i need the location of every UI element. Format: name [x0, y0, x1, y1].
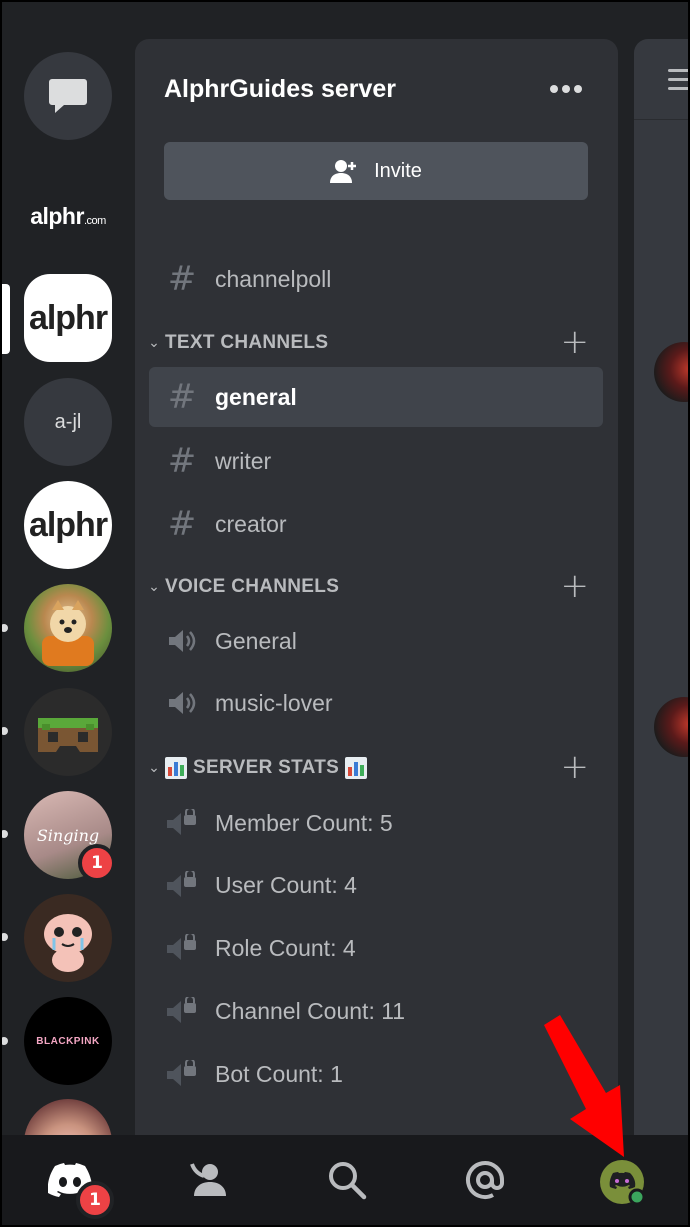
mentions-tab[interactable]	[462, 1157, 508, 1203]
server-minecraft[interactable]	[24, 688, 112, 776]
voice-channel-general[interactable]: General	[149, 611, 603, 671]
unread-indicator	[2, 1037, 8, 1045]
speaker-icon	[149, 690, 215, 716]
unread-indicator	[2, 727, 8, 735]
chevron-down-icon: ⌄	[148, 760, 160, 776]
channel-panel: AlphrGuides server Invite # channelpoll …	[135, 39, 618, 1135]
mentions-icon	[466, 1161, 504, 1199]
channel-general[interactable]: # general	[149, 367, 603, 427]
app-frame: alphr.com alphr a-jl alphr Singing 1 BLA…	[0, 0, 690, 1227]
profile-avatar-icon	[600, 1160, 645, 1205]
category-text-channels[interactable]: ⌄ TEXT CHANNELS +	[143, 324, 603, 360]
notification-badge: 1	[78, 844, 116, 882]
channel-label: general	[215, 383, 297, 410]
friends-icon	[190, 1163, 226, 1196]
isaac-avatar-icon	[44, 914, 92, 972]
locked-speaker-icon	[149, 1060, 215, 1088]
server-blackpink[interactable]: BLACKPINK	[24, 997, 112, 1085]
bar-chart-icon	[165, 757, 187, 779]
red-arrow-annotation	[544, 1015, 624, 1157]
blackpink-logo: BLACKPINK	[36, 1035, 100, 1047]
hamburger-menu-icon[interactable]	[668, 69, 688, 96]
unread-indicator	[2, 624, 8, 632]
invite-label: Invite	[374, 159, 422, 182]
unread-indicator	[2, 933, 8, 941]
category-label-wrap: SERVER STATS	[165, 757, 368, 779]
channel-creator[interactable]: # creator	[149, 494, 603, 554]
chevron-down-icon: ⌄	[148, 579, 160, 595]
server-rail: alphr.com alphr a-jl alphr Singing 1 BLA…	[2, 2, 134, 1187]
shiba-avatar-icon	[42, 600, 94, 666]
minecraft-discord-logo-icon	[38, 718, 98, 752]
channel-label: Channel Count: 11	[215, 997, 406, 1024]
category-label: VOICE CHANNELS	[165, 576, 340, 597]
invite-button[interactable]: Invite	[164, 142, 588, 200]
channel-writer[interactable]: # writer	[149, 431, 603, 491]
stat-user-count[interactable]: User Count: 4	[149, 855, 603, 915]
bar-chart-icon	[345, 757, 368, 779]
hash-icon: #	[167, 259, 197, 299]
channel-label: music-lover	[215, 689, 333, 716]
channel-label: Member Count: 5	[215, 809, 393, 836]
stat-role-count[interactable]: Role Count: 4	[149, 918, 603, 978]
server-alphr-2[interactable]: alphr	[24, 481, 112, 569]
locked-speaker-icon	[149, 809, 215, 837]
hash-icon: #	[167, 377, 197, 417]
channel-label: writer	[215, 447, 272, 474]
category-server-stats[interactable]: ⌄ SERVER STATS +	[143, 749, 603, 785]
stat-channel-count[interactable]: Channel Count: 11	[149, 981, 603, 1041]
server-alphr-selected[interactable]: alphr	[24, 274, 112, 362]
channel-label: Role Count: 4	[215, 934, 356, 961]
chat-header	[634, 39, 688, 120]
chevron-down-icon: ⌄	[148, 335, 160, 351]
locked-speaker-icon	[149, 871, 215, 899]
category-voice-channels[interactable]: ⌄ VOICE CHANNELS +	[143, 568, 603, 604]
stat-bot-count[interactable]: Bot Count: 1	[149, 1044, 603, 1104]
message-avatar[interactable]	[654, 342, 688, 402]
chat-bubble-icon	[49, 79, 87, 113]
more-options-icon[interactable]	[550, 77, 584, 101]
hash-icon: #	[167, 504, 197, 544]
search-icon	[329, 1162, 367, 1200]
message-avatar[interactable]	[654, 697, 688, 757]
voice-channel-music-lover[interactable]: music-lover	[149, 673, 603, 733]
server-a-jl[interactable]: a-jl	[24, 378, 112, 466]
add-user-icon	[330, 160, 357, 183]
category-label: SERVER STATS	[193, 757, 340, 778]
add-channel-icon[interactable]: +	[561, 324, 590, 360]
stat-member-count[interactable]: Member Count: 5	[149, 793, 603, 853]
channel-label: General	[215, 627, 297, 654]
direct-messages-button[interactable]	[24, 52, 112, 140]
alphr-com-logo: alphr.com	[30, 202, 106, 229]
search-tab[interactable]	[324, 1157, 370, 1203]
server-alphr-com[interactable]: alphr.com	[24, 172, 112, 260]
alphr-logo: alphr	[28, 505, 108, 544]
alphr-logo: alphr	[28, 298, 108, 337]
singing-label: Singing	[36, 825, 100, 845]
server-isaac[interactable]	[24, 894, 112, 982]
locked-speaker-icon	[149, 934, 215, 962]
locked-speaker-icon	[149, 997, 215, 1025]
server-title[interactable]: AlphrGuides server	[164, 75, 396, 104]
speaker-icon	[149, 628, 215, 654]
channel-channelpoll[interactable]: # channelpoll	[149, 249, 603, 309]
chat-area-peek[interactable]	[634, 39, 688, 1135]
channel-label: channelpoll	[215, 265, 332, 292]
home-notification-badge: 1	[76, 1181, 114, 1219]
add-channel-icon[interactable]: +	[561, 568, 590, 604]
channel-label: creator	[215, 510, 287, 537]
category-label: TEXT CHANNELS	[165, 332, 329, 353]
add-channel-icon[interactable]: +	[561, 749, 590, 785]
profile-tab[interactable]	[599, 1159, 645, 1205]
channel-label: User Count: 4	[215, 871, 357, 898]
channel-label: Bot Count: 1	[215, 1060, 343, 1087]
hash-icon: #	[167, 441, 197, 481]
unread-indicator	[2, 830, 8, 838]
server-initials: a-jl	[54, 410, 82, 433]
server-shiba[interactable]	[24, 584, 112, 672]
selected-server-indicator	[2, 284, 10, 354]
friends-tab[interactable]	[187, 1157, 233, 1203]
